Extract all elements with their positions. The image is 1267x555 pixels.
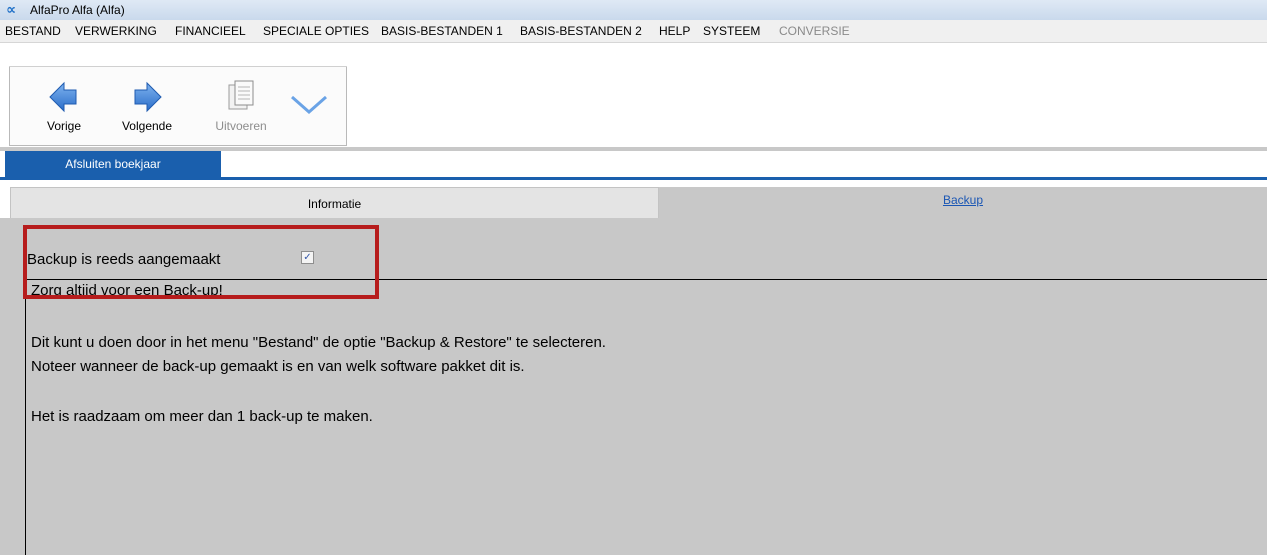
sub-tab-bar: Informatie Backup xyxy=(0,180,1267,218)
menu-basis-bestanden-2[interactable]: BASIS-BESTANDEN 2 xyxy=(520,20,642,42)
app-logo-icon: ∝ xyxy=(6,1,16,17)
uitvoeren-label: Uitvoeren xyxy=(215,119,267,133)
highlight-box xyxy=(23,225,379,299)
title-bar: ∝ AlfaPro Alfa (Alfa) xyxy=(0,0,1267,20)
menu-help[interactable]: HELP xyxy=(659,20,690,42)
menu-bestand[interactable]: BESTAND xyxy=(5,20,61,42)
menu-bar: BESTAND VERWERKING FINANCIEEL SPECIALE O… xyxy=(0,20,1267,43)
document-icon xyxy=(228,80,254,110)
arrow-left-icon xyxy=(49,81,77,113)
info-line-3: Dit kunt u doen door in het menu "Bestan… xyxy=(31,334,606,351)
info-line-6: Het is raadzaam om meer dan 1 back-up te… xyxy=(31,408,373,425)
tab-informatie[interactable]: Informatie xyxy=(10,187,659,218)
info-line-4: Noteer wanneer de back-up gemaakt is en … xyxy=(31,358,525,375)
menu-systeem[interactable]: SYSTEEM xyxy=(703,20,760,42)
menu-speciale-opties[interactable]: SPECIALE OPTIES xyxy=(263,20,369,42)
tab-backup[interactable]: Backup xyxy=(659,187,1267,218)
backup-panel: Backup is reeds aangemaakt ✓ Zorg altijd… xyxy=(0,218,1267,555)
chevron-down-icon[interactable] xyxy=(289,93,329,117)
window-title: AlfaPro Alfa (Alfa) xyxy=(30,3,125,17)
tab-afsluiten-boekjaar[interactable]: Afsluiten boekjaar xyxy=(5,151,221,177)
menu-basis-bestanden-1[interactable]: BASIS-BESTANDEN 1 xyxy=(381,20,503,42)
menu-conversie: CONVERSIE xyxy=(779,24,850,38)
menu-verwerking[interactable]: VERWERKING xyxy=(75,20,157,42)
arrow-right-icon xyxy=(134,81,162,113)
menu-financieel[interactable]: FINANCIEEL xyxy=(175,20,246,42)
backup-info-textbox[interactable]: Zorg altijd voor een Back-up! Dit kunt u… xyxy=(25,279,1267,555)
volgende-label: Volgende xyxy=(121,119,173,133)
document-tab-strip: Afsluiten boekjaar xyxy=(0,151,1267,180)
vorige-label: Vorige xyxy=(46,119,82,133)
toolbar: Vorige Volgende Uitvoeren xyxy=(0,43,1267,147)
